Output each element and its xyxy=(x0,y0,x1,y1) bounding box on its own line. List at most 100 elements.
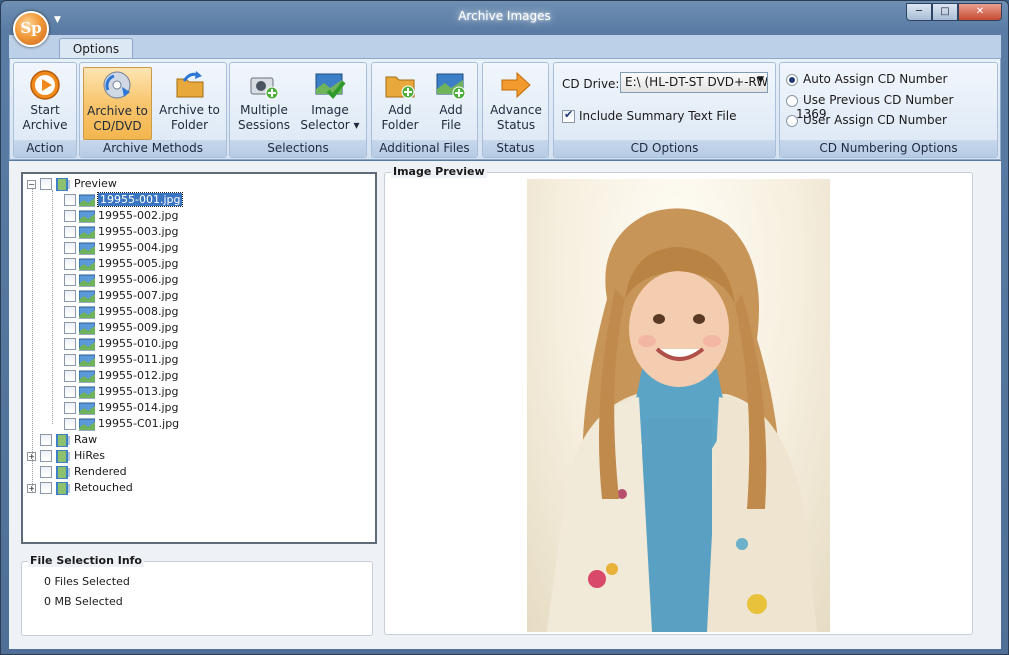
tree-node-retouched[interactable]: + Retouched xyxy=(27,480,133,496)
image-file-icon xyxy=(79,274,95,286)
tree-item-checkbox[interactable] xyxy=(64,226,76,238)
tree-item-checkbox[interactable] xyxy=(64,402,76,414)
tree-node-preview[interactable]: − Preview xyxy=(27,176,117,192)
tree-file-item[interactable]: 19955-003.jpg xyxy=(51,224,178,240)
tree-guide-line xyxy=(32,188,33,492)
radio-user-assign-label: User Assign CD Number xyxy=(803,113,947,127)
image-file-icon xyxy=(79,418,95,430)
tree-item-label: 19955-012.jpg xyxy=(98,369,179,382)
tree-file-item[interactable]: 19955-014.jpg xyxy=(51,400,178,416)
tree-file-item[interactable]: 19955-006.jpg xyxy=(51,272,178,288)
image-selector-button[interactable]: Image Selector ▾ xyxy=(296,67,364,140)
tree-item-checkbox[interactable] xyxy=(64,274,76,286)
tree-item-checkbox[interactable] xyxy=(64,194,76,206)
group-cd-numbering: Auto Assign CD Number Use Previous CD Nu… xyxy=(779,62,998,158)
tab-options[interactable]: Options xyxy=(59,38,133,60)
group-label-selections: Selections xyxy=(230,140,366,157)
multiple-sessions-label-1: Multiple xyxy=(240,103,288,117)
include-summary-checkbox[interactable] xyxy=(562,108,575,123)
image-folder-icon xyxy=(56,177,70,191)
cd-drive-select[interactable]: E:\ (HL-DT-ST DVD+-RW ▼ xyxy=(620,72,768,93)
tree-file-item[interactable]: 19955-013.jpg xyxy=(51,384,178,400)
image-file-icon xyxy=(79,258,95,270)
tree-file-item[interactable]: 19955-C01.jpg xyxy=(51,416,179,432)
tree-item-checkbox[interactable] xyxy=(64,370,76,382)
tree-file-item[interactable]: 19955-012.jpg xyxy=(51,368,178,384)
archive-to-cd-button[interactable]: Archive to CD/DVD xyxy=(83,67,152,140)
tree-item-label: Rendered xyxy=(74,465,127,478)
tree-item-label: 19955-011.jpg xyxy=(98,353,179,366)
radio-auto-assign-dot[interactable] xyxy=(786,73,798,86)
tree-node-rendered[interactable]: Rendered xyxy=(27,464,127,480)
close-button[interactable]: ✕ xyxy=(958,3,1002,21)
tree-item-label: 19955-002.jpg xyxy=(98,209,179,222)
tree-file-item[interactable]: 19955-008.jpg xyxy=(51,304,178,320)
image-folder-icon xyxy=(56,481,70,495)
start-archive-label-1: Start xyxy=(30,103,60,117)
folder-tree[interactable]: − Preview 19955-001.jpg 19955-002.jpg 19955-… xyxy=(21,172,377,544)
group-label-cd-numbering: CD Numbering Options xyxy=(780,140,997,157)
tree-item-label: 19955-004.jpg xyxy=(98,241,179,254)
tree-item-label: Raw xyxy=(74,433,98,446)
tree-file-item[interactable]: 19955-011.jpg xyxy=(51,352,178,368)
tree-item-checkbox[interactable] xyxy=(64,258,76,270)
tree-item-checkbox[interactable] xyxy=(40,450,52,462)
tree-item-label: 19955-014.jpg xyxy=(98,401,179,414)
tree-file-item[interactable]: 19955-010.jpg xyxy=(51,336,178,352)
tree-node-raw[interactable]: Raw xyxy=(27,432,97,448)
tree-file-item[interactable]: 19955-007.jpg xyxy=(51,288,178,304)
tree-item-checkbox[interactable] xyxy=(40,434,52,446)
cd-drive-value: E:\ (HL-DT-ST DVD+-RW xyxy=(625,75,768,89)
tree-file-item[interactable]: 19955-002.jpg xyxy=(51,208,178,224)
add-file-label-2: File xyxy=(440,118,462,132)
image-add-icon xyxy=(436,73,466,100)
add-folder-button[interactable]: Add Folder xyxy=(375,67,425,140)
tree-item-checkbox[interactable] xyxy=(64,322,76,334)
archive-to-folder-label-2: Folder xyxy=(170,118,209,132)
tree-item-checkbox[interactable] xyxy=(40,178,52,190)
tree-item-checkbox[interactable] xyxy=(64,290,76,302)
advance-status-label-2: Status xyxy=(496,118,536,132)
advance-status-button[interactable]: Advance Status xyxy=(486,67,546,140)
multiple-sessions-button[interactable]: Multiple Sessions xyxy=(234,67,294,140)
add-file-button[interactable]: Add File xyxy=(427,67,475,140)
arrow-right-icon xyxy=(501,71,531,99)
radio-user-assign-dot[interactable] xyxy=(786,114,798,127)
image-folder-icon xyxy=(56,433,70,447)
tree-item-checkbox[interactable] xyxy=(64,418,76,430)
folder-add-icon xyxy=(385,76,415,99)
minimize-button[interactable]: ─ xyxy=(906,3,932,21)
tree-node-hires[interactable]: + HiRes xyxy=(27,448,105,464)
tree-item-checkbox[interactable] xyxy=(64,338,76,350)
image-folder-icon xyxy=(56,465,70,479)
chevron-down-icon: ▼ xyxy=(757,75,764,85)
quick-access-dropdown-icon[interactable]: ▼ xyxy=(54,15,61,25)
tree-item-checkbox[interactable] xyxy=(64,354,76,366)
tree-file-item[interactable]: 19955-004.jpg xyxy=(51,240,178,256)
maximize-button[interactable]: □ xyxy=(932,3,958,21)
application-menu-button[interactable]: Sp xyxy=(13,11,49,47)
tree-file-item[interactable]: 19955-001.jpg xyxy=(51,192,184,208)
tree-item-checkbox[interactable] xyxy=(64,210,76,222)
play-icon xyxy=(30,70,60,100)
image-file-icon xyxy=(79,226,95,238)
advance-status-label-1: Advance xyxy=(490,103,542,117)
preview-photo xyxy=(527,179,830,632)
client-area: − Preview 19955-001.jpg 19955-002.jpg 19955-… xyxy=(9,161,1001,649)
start-archive-button[interactable]: Start Archive xyxy=(16,67,74,140)
radio-user-assign[interactable]: User Assign CD Number xyxy=(786,113,947,127)
tree-file-item[interactable]: 19955-005.jpg xyxy=(51,256,178,272)
tree-item-checkbox[interactable] xyxy=(40,466,52,478)
radio-auto-assign[interactable]: Auto Assign CD Number xyxy=(786,72,947,86)
tree-item-checkbox[interactable] xyxy=(40,482,52,494)
tree-file-item[interactable]: 19955-009.jpg xyxy=(51,320,178,336)
tree-item-label: 19955-006.jpg xyxy=(98,273,179,286)
add-folder-label-2: Folder xyxy=(381,118,419,132)
include-summary-checkbox-row[interactable]: Include Summary Text File xyxy=(562,108,736,123)
tree-item-checkbox[interactable] xyxy=(64,386,76,398)
radio-use-previous-dot[interactable] xyxy=(786,94,798,107)
add-file-label-1: Add xyxy=(439,103,463,117)
tree-item-checkbox[interactable] xyxy=(64,242,76,254)
archive-to-folder-button[interactable]: Archive to Folder xyxy=(155,67,224,140)
tree-item-checkbox[interactable] xyxy=(64,306,76,318)
